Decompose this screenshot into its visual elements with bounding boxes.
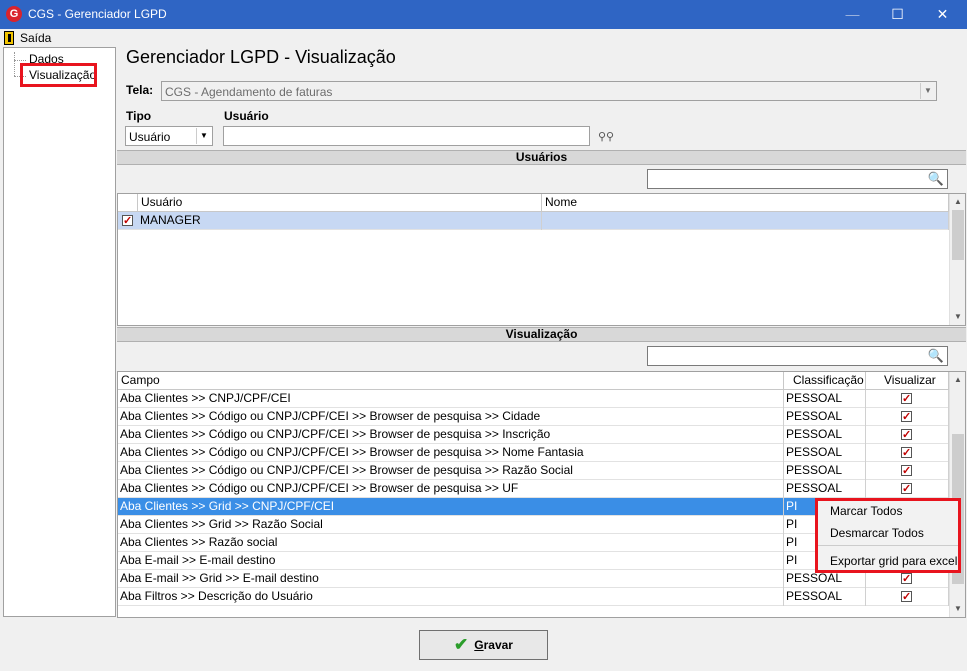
save-label-mnemonic: G [474,638,484,652]
table-row[interactable]: Aba Clientes >> Código ou CNPJ/CPF/CEI >… [118,426,949,444]
scroll-up-icon[interactable]: ▲ [950,194,965,210]
tree-connector [14,52,15,76]
cell-classificacao: PESSOAL [784,444,866,462]
usuario-input[interactable] [223,126,590,146]
visualizar-checkbox[interactable] [901,409,912,426]
table-row[interactable]: Aba Clientes >> Código ou CNPJ/CPF/CEI >… [118,444,949,462]
cell-visualizar [866,480,949,498]
table-row[interactable]: Aba Clientes >> Código ou CNPJ/CPF/CEI >… [118,462,949,480]
exit-door-icon [4,31,14,45]
tipo-select[interactable]: Usuário ▼ [125,126,213,146]
cell-campo: Aba Clientes >> Código ou CNPJ/CPF/CEI >… [118,480,784,498]
visualizar-checkbox[interactable] [901,445,912,462]
cell-classificacao: PESSOAL [784,480,866,498]
cell-campo: Aba Clientes >> Grid >> Razão Social [118,516,784,534]
cell-classificacao: PESSOAL [784,462,866,480]
cell-nome [542,212,949,230]
navigation-tree: Dados Visualização [3,47,116,617]
table-row[interactable]: MANAGER [118,212,949,230]
cell-campo: Aba Filtros >> Descrição do Usuário [118,588,784,606]
window-title: CGS - Gerenciador LGPD [28,7,167,21]
grid-header-classificacao[interactable]: Classificação [784,372,866,390]
grid-header-campo[interactable]: Campo [118,372,784,390]
table-row[interactable]: Aba Clientes >> CNPJ/CPF/CEI PESSOAL [118,390,949,408]
visualizar-checkbox[interactable] [901,427,912,444]
cell-visualizar [866,390,949,408]
visualizar-checkbox[interactable] [901,481,912,498]
binoculars-icon[interactable]: ⚲⚲ [598,130,614,143]
grid-header-nome[interactable]: Nome [542,194,949,212]
grid-header-visualizar[interactable]: Visualizar [866,372,949,390]
usuarios-search-input[interactable]: 🔍 [647,169,948,189]
cell-campo: Aba Clientes >> Razão social [118,534,784,552]
visualizar-checkbox[interactable] [901,391,912,408]
chevron-down-icon: ▼ [920,83,935,99]
exit-menu-label: Saída [20,31,52,45]
highlight-frame [815,498,961,573]
usuarios-grid: Usuário Nome MANAGER ▲ ▼ [117,193,966,326]
visualizacao-scrollbar[interactable]: ▲ ▼ [949,372,965,617]
tela-label: Tela: [126,83,154,97]
usuarios-section-header: Usuários [117,150,966,165]
app-logo-icon: G [6,6,22,22]
cell-campo: Aba Clientes >> Código ou CNPJ/CPF/CEI >… [118,426,784,444]
scroll-down-icon[interactable]: ▼ [950,601,965,617]
grid-header-usuario[interactable]: Usuário [138,194,542,212]
page-title: Gerenciador LGPD - Visualização [126,47,396,67]
cell-visualizar [866,588,949,606]
visualizar-checkbox[interactable] [901,571,912,588]
cell-campo: Aba Clientes >> Código ou CNPJ/CPF/CEI >… [118,408,784,426]
usuarios-scrollbar[interactable]: ▲ ▼ [949,194,965,325]
tipo-value: Usuário [129,130,171,144]
cell-classificacao: PESSOAL [784,588,866,606]
visualizacao-search-input[interactable]: 🔍 [647,346,948,366]
cell-usuario: MANAGER [138,212,542,230]
usuario-label: Usuário [224,109,269,123]
scroll-thumb[interactable] [952,210,964,260]
cell-visualizar [866,462,949,480]
scroll-down-icon[interactable]: ▼ [950,309,965,325]
visualizacao-grid: Campo Classificação Visualizar Aba Clien… [117,371,966,618]
grid-header-check [118,194,138,212]
exit-menu-item[interactable]: Saída [4,30,51,46]
search-icon[interactable]: 🔍 [928,171,944,187]
cell-classificacao: PESSOAL [784,426,866,444]
cell-campo: Aba Clientes >> CNPJ/CPF/CEI [118,390,784,408]
cell-campo: Aba Clientes >> Código ou CNPJ/CPF/CEI >… [118,444,784,462]
cell-visualizar [866,426,949,444]
cell-classificacao: PESSOAL [784,390,866,408]
minimize-button[interactable]: — [830,0,875,29]
row-checkbox[interactable] [122,213,133,230]
visualizar-checkbox[interactable] [901,463,912,480]
title-bar: G CGS - Gerenciador LGPD — ☐ ✕ [0,0,967,29]
cell-visualizar [866,408,949,426]
visualizacao-section-header: Visualização [117,327,966,342]
tree-connector [14,60,26,61]
save-button[interactable]: ✔ Gravar [419,630,548,660]
tela-select[interactable]: CGS - Agendamento de faturas ▼ [161,81,937,101]
cell-campo: Aba E-mail >> Grid >> E-mail destino [118,570,784,588]
maximize-button[interactable]: ☐ [875,0,920,29]
cell-campo: Aba Clientes >> Grid >> CNPJ/CPF/CEI [118,498,784,516]
menu-bar: Saída [0,29,967,47]
close-button[interactable]: ✕ [920,0,965,29]
search-icon[interactable]: 🔍 [928,348,944,364]
tipo-label: Tipo [126,109,152,123]
tela-value: CGS - Agendamento de faturas [165,85,333,99]
check-icon: ✔ [454,635,469,654]
table-row[interactable]: Aba Clientes >> Código ou CNPJ/CPF/CEI >… [118,480,949,498]
highlight-frame [20,63,97,87]
cell-campo: Aba Clientes >> Código ou CNPJ/CPF/CEI >… [118,462,784,480]
scroll-up-icon[interactable]: ▲ [950,372,965,388]
cell-campo: Aba E-mail >> E-mail destino [118,552,784,570]
visualizar-checkbox[interactable] [901,589,912,606]
table-row[interactable]: Aba Clientes >> Código ou CNPJ/CPF/CEI >… [118,408,949,426]
cell-classificacao: PESSOAL [784,408,866,426]
save-label: ravar [483,638,513,652]
table-row[interactable]: Aba Filtros >> Descrição do Usuário PESSO… [118,588,949,606]
cell-visualizar [866,444,949,462]
chevron-down-icon: ▼ [196,128,211,144]
